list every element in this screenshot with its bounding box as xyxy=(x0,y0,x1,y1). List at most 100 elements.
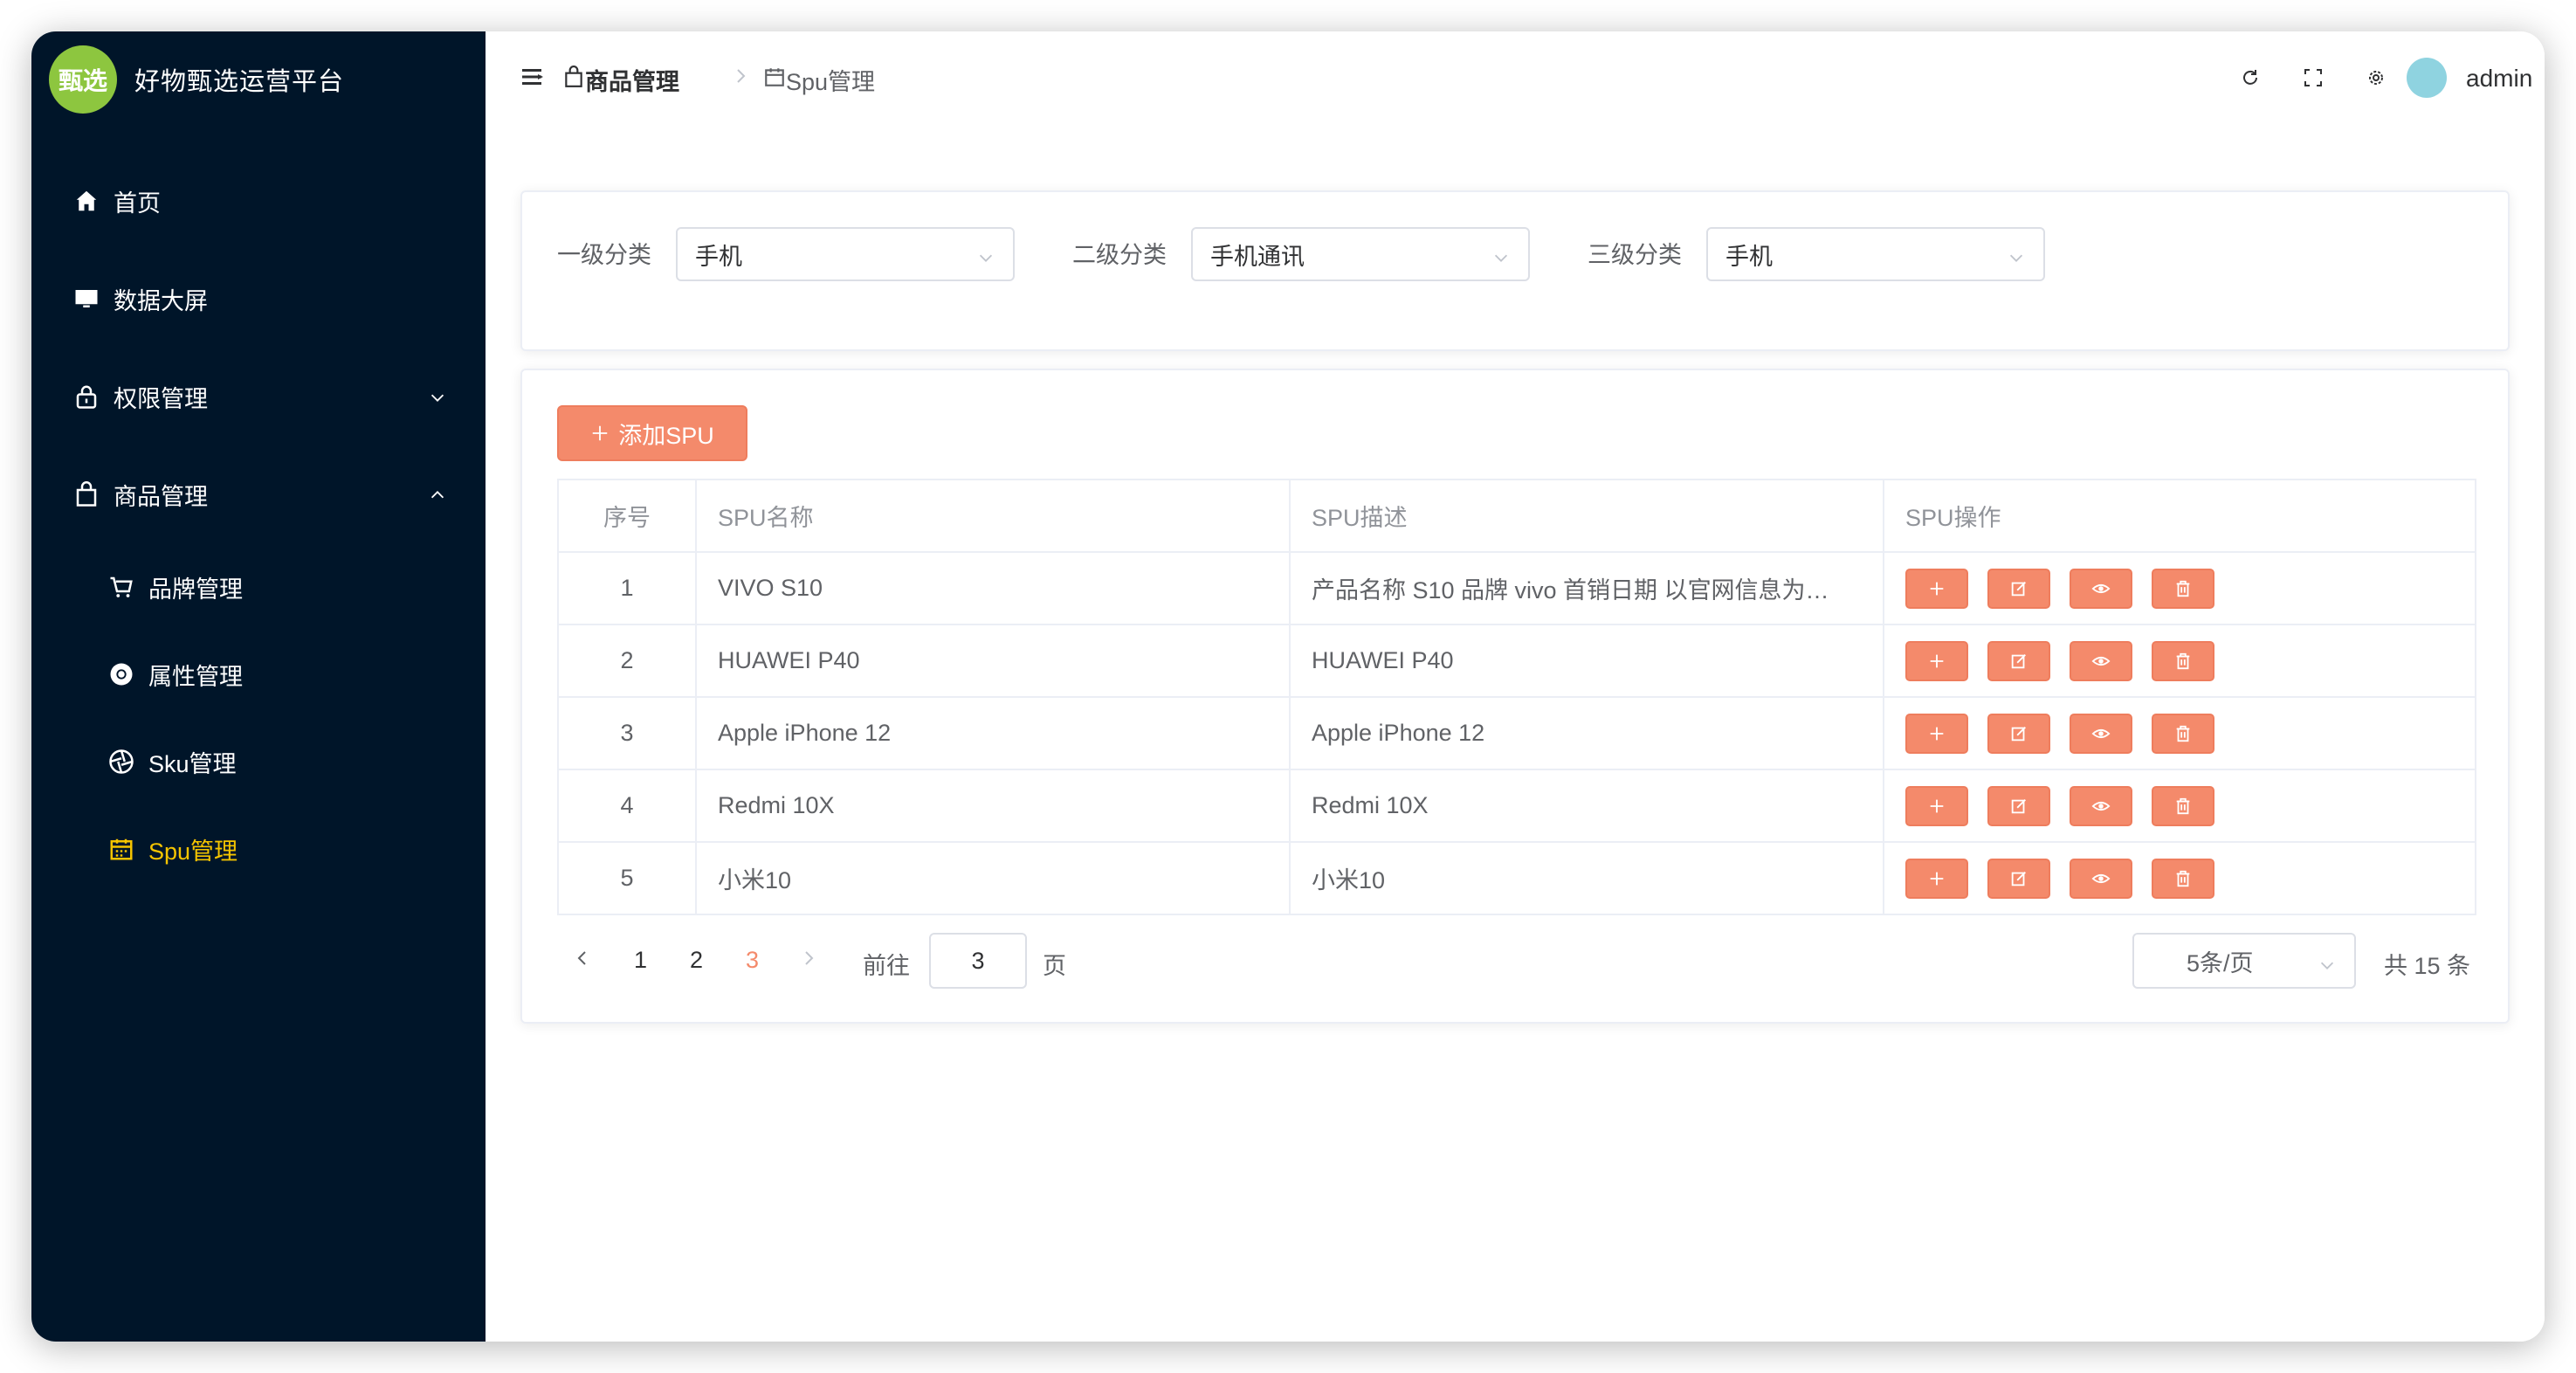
logo-badge: 甄选 xyxy=(49,45,117,114)
trash-icon xyxy=(2173,652,2193,671)
filter-label-level1: 一级分类 xyxy=(557,242,651,268)
sidebar-item-label: Spu管理 xyxy=(148,838,238,865)
add-sku-button[interactable] xyxy=(1905,568,1968,609)
chevron-down-icon xyxy=(976,246,995,273)
view-sku-button[interactable] xyxy=(2070,640,2132,681)
sidebar-item-label: 首页 xyxy=(114,190,161,217)
breadcrumb-item-product[interactable]: 商品管理 xyxy=(562,63,679,97)
select-value: 手机 xyxy=(695,243,742,270)
edit-spu-button[interactable] xyxy=(1987,568,2050,609)
row-actions xyxy=(1905,713,2475,754)
page-1[interactable]: 1 xyxy=(634,947,647,974)
spu-table-card: 添加SPU 序号 SPU名称 SPU描述 SPU操作 1 VIVO S10 产品名称… xyxy=(520,369,2510,1024)
sidebar-item-permission[interactable]: 权限管理 xyxy=(31,370,486,423)
cell-index: 1 xyxy=(557,551,697,625)
trash-icon xyxy=(2173,797,2193,816)
sidebar-item-dashboard[interactable]: 数据大屏 xyxy=(31,273,486,325)
view-sku-button[interactable] xyxy=(2070,568,2132,609)
edit-spu-button[interactable] xyxy=(1987,785,2050,826)
app-window: 甄选 好物甄选运营平台 首页 数据大屏 权限管理 商品管理 品牌管理 属性管理 … xyxy=(31,31,2545,1342)
edit-spu-button[interactable] xyxy=(1987,713,2050,754)
page-jump-input[interactable]: 3 xyxy=(929,933,1027,989)
cell-desc: Redmi 10X xyxy=(1289,769,1884,843)
page-3[interactable]: 3 xyxy=(746,947,759,974)
sidebar-item-label: 权限管理 xyxy=(114,385,208,412)
menu-fold-icon[interactable] xyxy=(520,66,545,92)
delete-spu-button[interactable] xyxy=(2152,858,2214,899)
add-sku-button[interactable] xyxy=(1905,640,1968,681)
edit-icon xyxy=(2009,579,2028,598)
chevron-down-icon xyxy=(428,386,447,413)
cell-desc: 产品名称 S10 品牌 vivo 首销日期 以官网信息为… xyxy=(1289,551,1884,625)
username[interactable]: admin xyxy=(2466,65,2532,93)
page-size-select[interactable]: 5条/页 xyxy=(2132,933,2356,989)
lock-icon xyxy=(72,382,101,411)
category-filter-card: 一级分类 手机 二级分类 手机通讯 三级分类 手机 xyxy=(520,190,2510,351)
gear-icon[interactable] xyxy=(2363,65,2389,91)
delete-spu-button[interactable] xyxy=(2152,640,2214,681)
breadcrumb-label: Spu管理 xyxy=(786,69,876,95)
eye-icon xyxy=(2090,869,2111,888)
sidebar-item-label: 品牌管理 xyxy=(148,576,243,603)
avatar[interactable] xyxy=(2407,58,2447,98)
prev-page-icon[interactable] xyxy=(575,947,590,974)
logo: 甄选 好物甄选运营平台 xyxy=(31,31,486,128)
monitor-icon xyxy=(72,284,101,314)
home-icon xyxy=(72,186,101,216)
plus-icon xyxy=(1927,724,1946,743)
sidebar-item-label: 数据大屏 xyxy=(114,287,208,314)
cell-actions xyxy=(1883,696,2476,770)
row-actions xyxy=(1905,785,2475,826)
category2-select[interactable]: 手机通讯 xyxy=(1191,227,1530,281)
app-title: 好物甄选运营平台 xyxy=(134,68,345,96)
plus-icon xyxy=(1927,579,1946,598)
delete-spu-button[interactable] xyxy=(2152,568,2214,609)
bag-icon xyxy=(72,480,101,509)
refresh-icon[interactable] xyxy=(2237,65,2263,91)
sidebar-item-home[interactable]: 首页 xyxy=(31,175,486,227)
next-page-icon[interactable] xyxy=(802,947,817,974)
cell-name: VIVO S10 xyxy=(695,551,1291,625)
add-spu-button[interactable]: 添加SPU xyxy=(557,405,747,461)
cell-desc: HUAWEI P40 xyxy=(1289,624,1884,698)
edit-spu-button[interactable] xyxy=(1987,858,2050,899)
page-2[interactable]: 2 xyxy=(690,947,703,974)
chevron-down-icon xyxy=(2007,246,2026,273)
delete-spu-button[interactable] xyxy=(2152,713,2214,754)
chevron-down-icon xyxy=(2318,954,2337,981)
add-sku-button[interactable] xyxy=(1905,858,1968,899)
fullscreen-icon[interactable] xyxy=(2300,65,2326,91)
sidebar-item-product[interactable]: 商品管理 xyxy=(31,468,486,521)
delete-spu-button[interactable] xyxy=(2152,785,2214,826)
cell-name: Apple iPhone 12 xyxy=(695,696,1291,770)
sidebar-item-sku[interactable]: Sku管理 xyxy=(31,735,486,788)
view-sku-button[interactable] xyxy=(2070,785,2132,826)
sidebar-item-brand[interactable]: 品牌管理 xyxy=(31,561,486,613)
add-sku-button[interactable] xyxy=(1905,713,1968,754)
page-unit-label: 页 xyxy=(1043,953,1066,979)
cell-index: 3 xyxy=(557,696,697,770)
cell-name: Redmi 10X xyxy=(695,769,1291,843)
calendar-icon xyxy=(107,834,136,864)
column-header-actions: SPU操作 xyxy=(1883,479,2476,553)
chrome-icon xyxy=(107,659,136,689)
trash-icon xyxy=(2173,579,2193,598)
view-sku-button[interactable] xyxy=(2070,713,2132,754)
sidebar-item-spu[interactable]: Spu管理 xyxy=(31,823,486,875)
sidebar: 甄选 好物甄选运营平台 首页 数据大屏 权限管理 商品管理 品牌管理 属性管理 … xyxy=(31,31,486,1342)
add-sku-button[interactable] xyxy=(1905,785,1968,826)
row-actions xyxy=(1905,568,2475,609)
category3-select[interactable]: 手机 xyxy=(1706,227,2045,281)
aperture-icon xyxy=(107,747,136,776)
cell-name: HUAWEI P40 xyxy=(695,624,1291,698)
goto-label: 前往 xyxy=(863,953,910,979)
sidebar-item-label: 属性管理 xyxy=(148,663,243,690)
sidebar-item-attribute[interactable]: 属性管理 xyxy=(31,648,486,700)
view-sku-button[interactable] xyxy=(2070,858,2132,899)
add-spu-label: 添加SPU xyxy=(618,422,714,449)
plus-icon xyxy=(1927,797,1946,816)
pagination: 1 2 3 前往 3 页 5条/页 共 15 条 xyxy=(557,929,2476,989)
category1-select[interactable]: 手机 xyxy=(676,227,1015,281)
edit-spu-button[interactable] xyxy=(1987,640,2050,681)
table-row: 1 VIVO S10 产品名称 S10 品牌 vivo 首销日期 以官网信息为… xyxy=(557,551,2476,625)
